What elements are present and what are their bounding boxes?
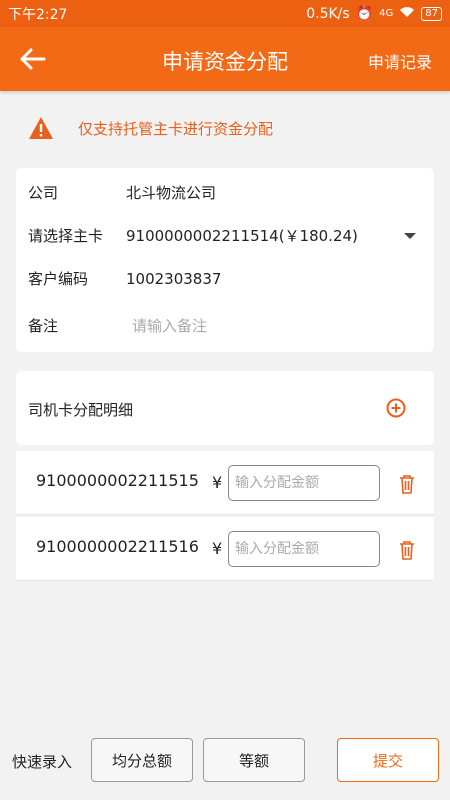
app-bar: 申请资金分配 申请记录: [0, 27, 450, 91]
remark-label: 备注: [28, 317, 59, 335]
apply-records-link[interactable]: 申请记录: [368, 49, 432, 73]
submit-button[interactable]: 提交: [337, 738, 439, 782]
driver-card-row: 9100000002211516 ¥: [16, 517, 434, 581]
wifi-icon: [399, 6, 415, 22]
customer-code-row: 客户编码 1002303837: [28, 268, 422, 289]
network-indicator: 4G: [379, 8, 394, 19]
warning-icon: [29, 117, 53, 139]
equal-amount-button[interactable]: 等额: [203, 738, 305, 782]
status-time: 下午2:27: [8, 6, 68, 23]
trash-icon[interactable]: [398, 540, 416, 560]
warning-notice: 仅支持托管主卡进行资金分配: [28, 116, 273, 140]
trash-icon[interactable]: [398, 474, 416, 494]
status-bar: 下午2:27 0.5K/s ⏰ 4G 87: [0, 0, 450, 27]
status-speed: 0.5K/s: [306, 5, 350, 22]
amount-input[interactable]: [228, 465, 380, 501]
main-card-value: 9100000002211514(￥180.24): [126, 227, 358, 245]
battery-level: 87: [421, 6, 442, 21]
driver-card-number: 9100000002211515: [36, 471, 199, 490]
split-total-button[interactable]: 均分总额: [91, 738, 193, 782]
alarm-icon: ⏰: [355, 5, 374, 22]
bottom-bar: 快速录入 均分总额 等额 提交: [0, 738, 450, 784]
main-card-label: 请选择主卡: [28, 227, 104, 245]
driver-section-title: 司机卡分配明细: [28, 401, 134, 419]
main-card-select[interactable]: 请选择主卡 9100000002211514(￥180.24): [28, 225, 422, 246]
driver-card-number: 9100000002211516: [36, 537, 199, 556]
company-value: 北斗物流公司: [126, 184, 217, 202]
quick-entry-label: 快速录入: [12, 753, 73, 771]
driver-card-row: 9100000002211515 ¥: [16, 451, 434, 515]
company-label: 公司: [28, 184, 59, 202]
company-row: 公司 北斗物流公司: [28, 182, 422, 203]
driver-section-header: 司机卡分配明细: [16, 371, 434, 445]
form-card: 公司 北斗物流公司 请选择主卡 9100000002211514(￥180.24…: [16, 168, 434, 352]
customer-code-value: 1002303837: [126, 269, 222, 288]
status-right: 0.5K/s ⏰ 4G 87: [306, 6, 442, 22]
add-circle-icon[interactable]: [386, 398, 406, 418]
dropdown-caret-icon[interactable]: [404, 232, 416, 239]
amount-input[interactable]: [228, 531, 380, 567]
remark-input[interactable]: 请输入备注: [126, 315, 207, 336]
customer-code-label: 客户编码: [28, 270, 89, 288]
notice-text: 仅支持托管主卡进行资金分配: [78, 119, 274, 138]
remark-row: 备注 请输入备注: [28, 315, 422, 336]
currency-symbol: ¥: [212, 473, 223, 492]
currency-symbol: ¥: [212, 539, 223, 558]
